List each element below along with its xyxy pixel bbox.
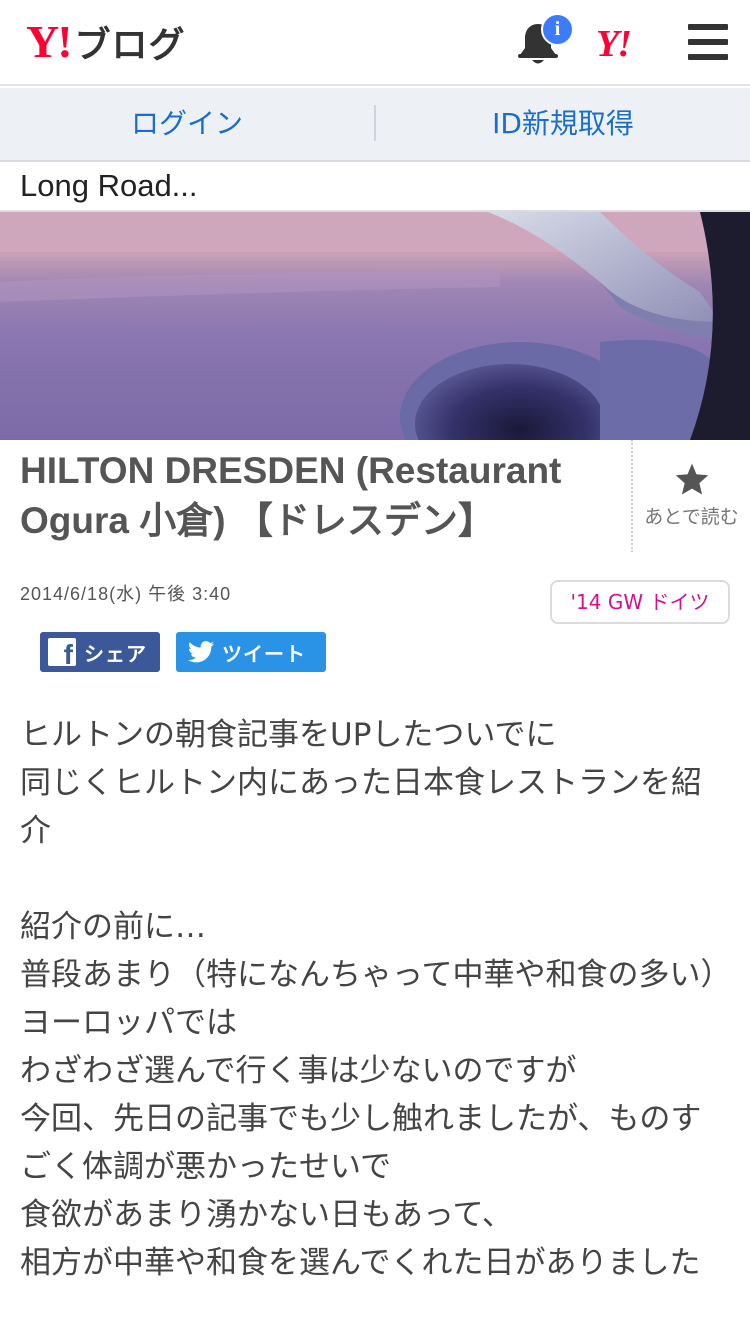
post-date: 2014/6/18(水) 午後 3:40: [20, 584, 232, 604]
twitter-tweet-button[interactable]: ツイート: [176, 632, 326, 672]
body-line: 食欲があまり湧かない日もあって、: [20, 1197, 513, 1233]
notification-badge[interactable]: i: [541, 13, 574, 46]
facebook-icon: f: [48, 638, 76, 666]
yahoo-top-icon[interactable]: Y!: [596, 22, 632, 66]
star-icon: [675, 463, 708, 495]
body-line: 相方が中華や和食を選んでくれた日がありました: [20, 1245, 701, 1281]
tweet-label: ツイート: [222, 641, 306, 666]
yahoo-blog-logo[interactable]: Y! ブログ: [26, 16, 186, 67]
blog-logo-text: ブログ: [74, 25, 186, 66]
body-line: 同じくヒルトン内にあった日本食レストランを紹介: [20, 765, 702, 849]
blog-title[interactable]: Long Road...: [20, 164, 198, 210]
twitter-bird-icon: [188, 641, 214, 663]
read-later-button[interactable]: あとで読む: [631, 440, 750, 552]
article-title: HILTON DRESDEN (Restaurant Ogura 小倉) 【ドレ…: [20, 450, 562, 541]
blog-header-image: [0, 212, 750, 440]
body-line: 普段あまり（特になんちゃって中華や和食の多い）ヨーロッパでは: [20, 957, 732, 1041]
yahoo-logo-mark: Y!: [26, 16, 73, 67]
login-link[interactable]: ログイン: [0, 88, 374, 160]
category-tag[interactable]: '14 GW ドイツ: [550, 580, 730, 624]
facebook-share-button[interactable]: f シェア: [40, 632, 160, 672]
register-link[interactable]: ID新規取得: [376, 88, 750, 160]
body-line: [20, 855, 732, 903]
login-bar: ログイン ID新規取得: [0, 88, 750, 162]
body-line: わざわざ選んで行く事は少ないのですが: [20, 1053, 577, 1089]
menu-icon[interactable]: [688, 24, 728, 60]
body-line: 紹介の前に…: [20, 909, 206, 945]
share-label: シェア: [84, 641, 147, 666]
body-line: ヒルトンの朝食記事をUPしたついでに: [20, 717, 557, 753]
article-body: ヒルトンの朝食記事をUPしたついでに 同じくヒルトン内にあった日本食レストランを…: [20, 711, 732, 1287]
app-header: Y! ブログ i Y!: [0, 0, 750, 86]
body-line: 今回、先日の記事でも少し触れましたが、ものすごく体調が悪かったせいで: [20, 1101, 702, 1185]
read-later-label: あとで読む: [644, 506, 739, 528]
